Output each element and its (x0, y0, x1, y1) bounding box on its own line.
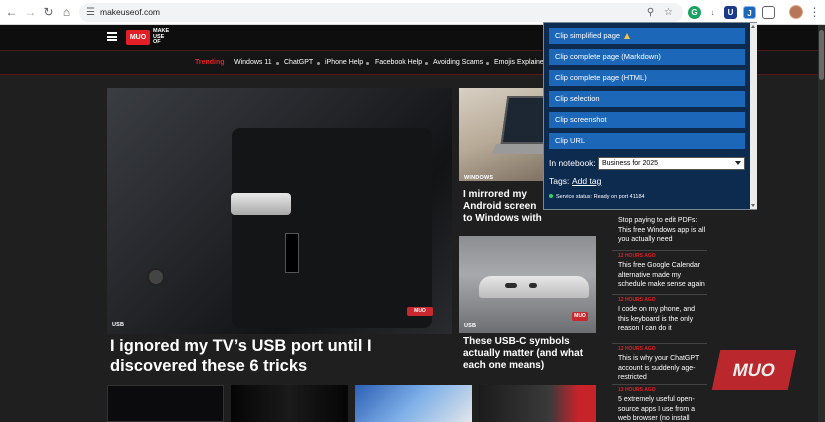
url-text: makeuseof.com (100, 7, 160, 17)
screw-hole (147, 268, 165, 286)
extensions-puzzle-icon[interactable] (762, 6, 775, 19)
thumbnail-image[interactable] (479, 385, 596, 422)
sidebar-timestamp: 12 HOURS AGO (618, 297, 656, 303)
usb-drive (231, 193, 291, 215)
joplin-extension-icon[interactable]: J (743, 6, 756, 19)
sidebar-headline[interactable]: This free Google Calendar alternative ma… (618, 261, 707, 290)
scroll-up-icon[interactable] (751, 25, 755, 28)
trending-item[interactable]: Facebook Help (375, 51, 422, 75)
thumbnail-image[interactable] (355, 385, 472, 422)
sidebar-headline[interactable]: 5 extremely useful open-source apps I us… (618, 395, 707, 422)
notebook-select[interactable]: Business for 2025 (598, 157, 745, 170)
grammarly-extension-icon[interactable]: G (688, 6, 701, 19)
thumbnail-image[interactable] (231, 385, 348, 422)
list-item[interactable]: 12 HOURS AGO I code on my phone, and thi… (612, 294, 707, 334)
bookmark-star-icon[interactable]: ☆ (660, 4, 677, 21)
bitwarden-extension-icon[interactable]: U (724, 6, 737, 19)
tv-back-panel (232, 128, 432, 328)
list-item[interactable]: 12 HOURS AGO This free Google Calendar a… (612, 250, 707, 290)
profile-avatar[interactable] (789, 5, 803, 19)
sidebar-timestamp: 13 HOURS AGO (618, 387, 656, 393)
forward-icon[interactable]: → (22, 4, 39, 21)
web-clipper-popup: Clip simplified page Clip complete page … (543, 22, 757, 210)
trending-item[interactable]: Windows 11 (234, 51, 272, 75)
list-item[interactable]: 12 HOURS AGO This is why your ChatGPT ac… (612, 343, 707, 383)
clip-url-button[interactable]: Clip URL (549, 133, 745, 149)
sidebar-timestamp: 12 HOURS AGO (618, 346, 656, 352)
trending-label: Trending (195, 59, 225, 66)
more-menu-icon[interactable]: ⋮ (806, 4, 823, 21)
separator-dot (276, 62, 279, 65)
list-item[interactable]: 13 HOURS AGO 5 extremely useful open-sou… (612, 384, 707, 422)
address-bar[interactable]: ☰ makeuseof.com ⚲ ☆ (79, 3, 683, 22)
sidebar-timestamp: 12 HOURS AGO (618, 253, 656, 259)
site-info-icon[interactable]: ☰ (82, 4, 99, 21)
card-article-image[interactable]: MUO USB (459, 236, 596, 333)
clip-complete-markdown-button[interactable]: Clip complete page (Markdown) (549, 49, 745, 65)
hamburger-menu-icon[interactable] (107, 32, 117, 41)
warning-icon (624, 33, 631, 39)
popup-scrollbar[interactable] (750, 23, 757, 209)
thumbnail-image[interactable] (107, 385, 224, 422)
usb-c-port (505, 283, 517, 288)
tags-label: Tags: (549, 176, 570, 186)
hero-article-image[interactable]: MUO USB (107, 88, 452, 334)
scroll-down-icon[interactable] (751, 204, 755, 207)
separator-dot (366, 62, 369, 65)
trending-item[interactable]: iPhone Help (325, 51, 363, 75)
scrollbar-thumb[interactable] (819, 30, 824, 80)
status-ok-icon (549, 194, 553, 198)
back-icon[interactable]: ← (3, 4, 20, 21)
site-logo-badge[interactable]: MUO (126, 30, 150, 45)
notebook-label: In notebook: (549, 158, 596, 168)
sidebar-headline[interactable]: Stop paying to edit PDFs: This free Wind… (618, 216, 707, 245)
sidebar-headline[interactable]: This is why your ChatGPT account is sudd… (618, 354, 707, 383)
hero-article-title[interactable]: I ignored my TV’s USB port until I disco… (110, 336, 450, 376)
home-icon[interactable]: ⌂ (58, 4, 75, 21)
sidebar-headline[interactable]: I code on my phone, and this keyboard is… (618, 305, 707, 334)
port-hole (529, 283, 537, 288)
card-category[interactable]: USB (464, 323, 476, 329)
service-status: Service status: Ready on port 41184 (549, 194, 645, 200)
list-item[interactable]: Stop paying to edit PDFs: This free Wind… (612, 210, 707, 245)
trending-item[interactable]: Avoiding Scams (433, 51, 483, 75)
notebook-selected-value: Business for 2025 (602, 160, 659, 167)
muo-watermark: MUO (711, 350, 797, 390)
card-category[interactable]: WINDOWS (464, 175, 493, 181)
trending-item[interactable]: Emojis Explained (494, 51, 548, 75)
clip-simplified-page-button[interactable]: Clip simplified page (549, 28, 745, 44)
card-article-title[interactable]: These USB-C symbols actually matter (and… (463, 336, 588, 372)
chevron-down-icon (735, 161, 741, 165)
clip-screenshot-button[interactable]: Clip screenshot (549, 112, 745, 128)
muo-image-badge: MUO (407, 307, 433, 316)
zoom-icon[interactable]: ⚲ (642, 4, 659, 21)
downloads-extension-icon[interactable]: ↓ (706, 6, 719, 19)
site-logo-text[interactable]: MAKE USE OF (153, 28, 179, 46)
card-article-title[interactable]: I mirrored my Android screen to Windows … (463, 189, 547, 225)
reload-icon[interactable]: ↻ (40, 4, 57, 21)
clip-selection-button[interactable]: Clip selection (549, 91, 745, 107)
page-scrollbar[interactable] (818, 25, 825, 422)
separator-dot (486, 62, 489, 65)
separator-dot (317, 62, 320, 65)
add-tag-link[interactable]: Add tag (572, 176, 601, 186)
muo-image-badge: MUO (572, 312, 588, 321)
separator-dot (425, 62, 428, 65)
hero-category[interactable]: USB (112, 322, 124, 328)
clip-complete-html-button[interactable]: Clip complete page (HTML) (549, 70, 745, 86)
trending-item[interactable]: ChatGPT (284, 51, 313, 75)
usb-port (285, 233, 299, 273)
